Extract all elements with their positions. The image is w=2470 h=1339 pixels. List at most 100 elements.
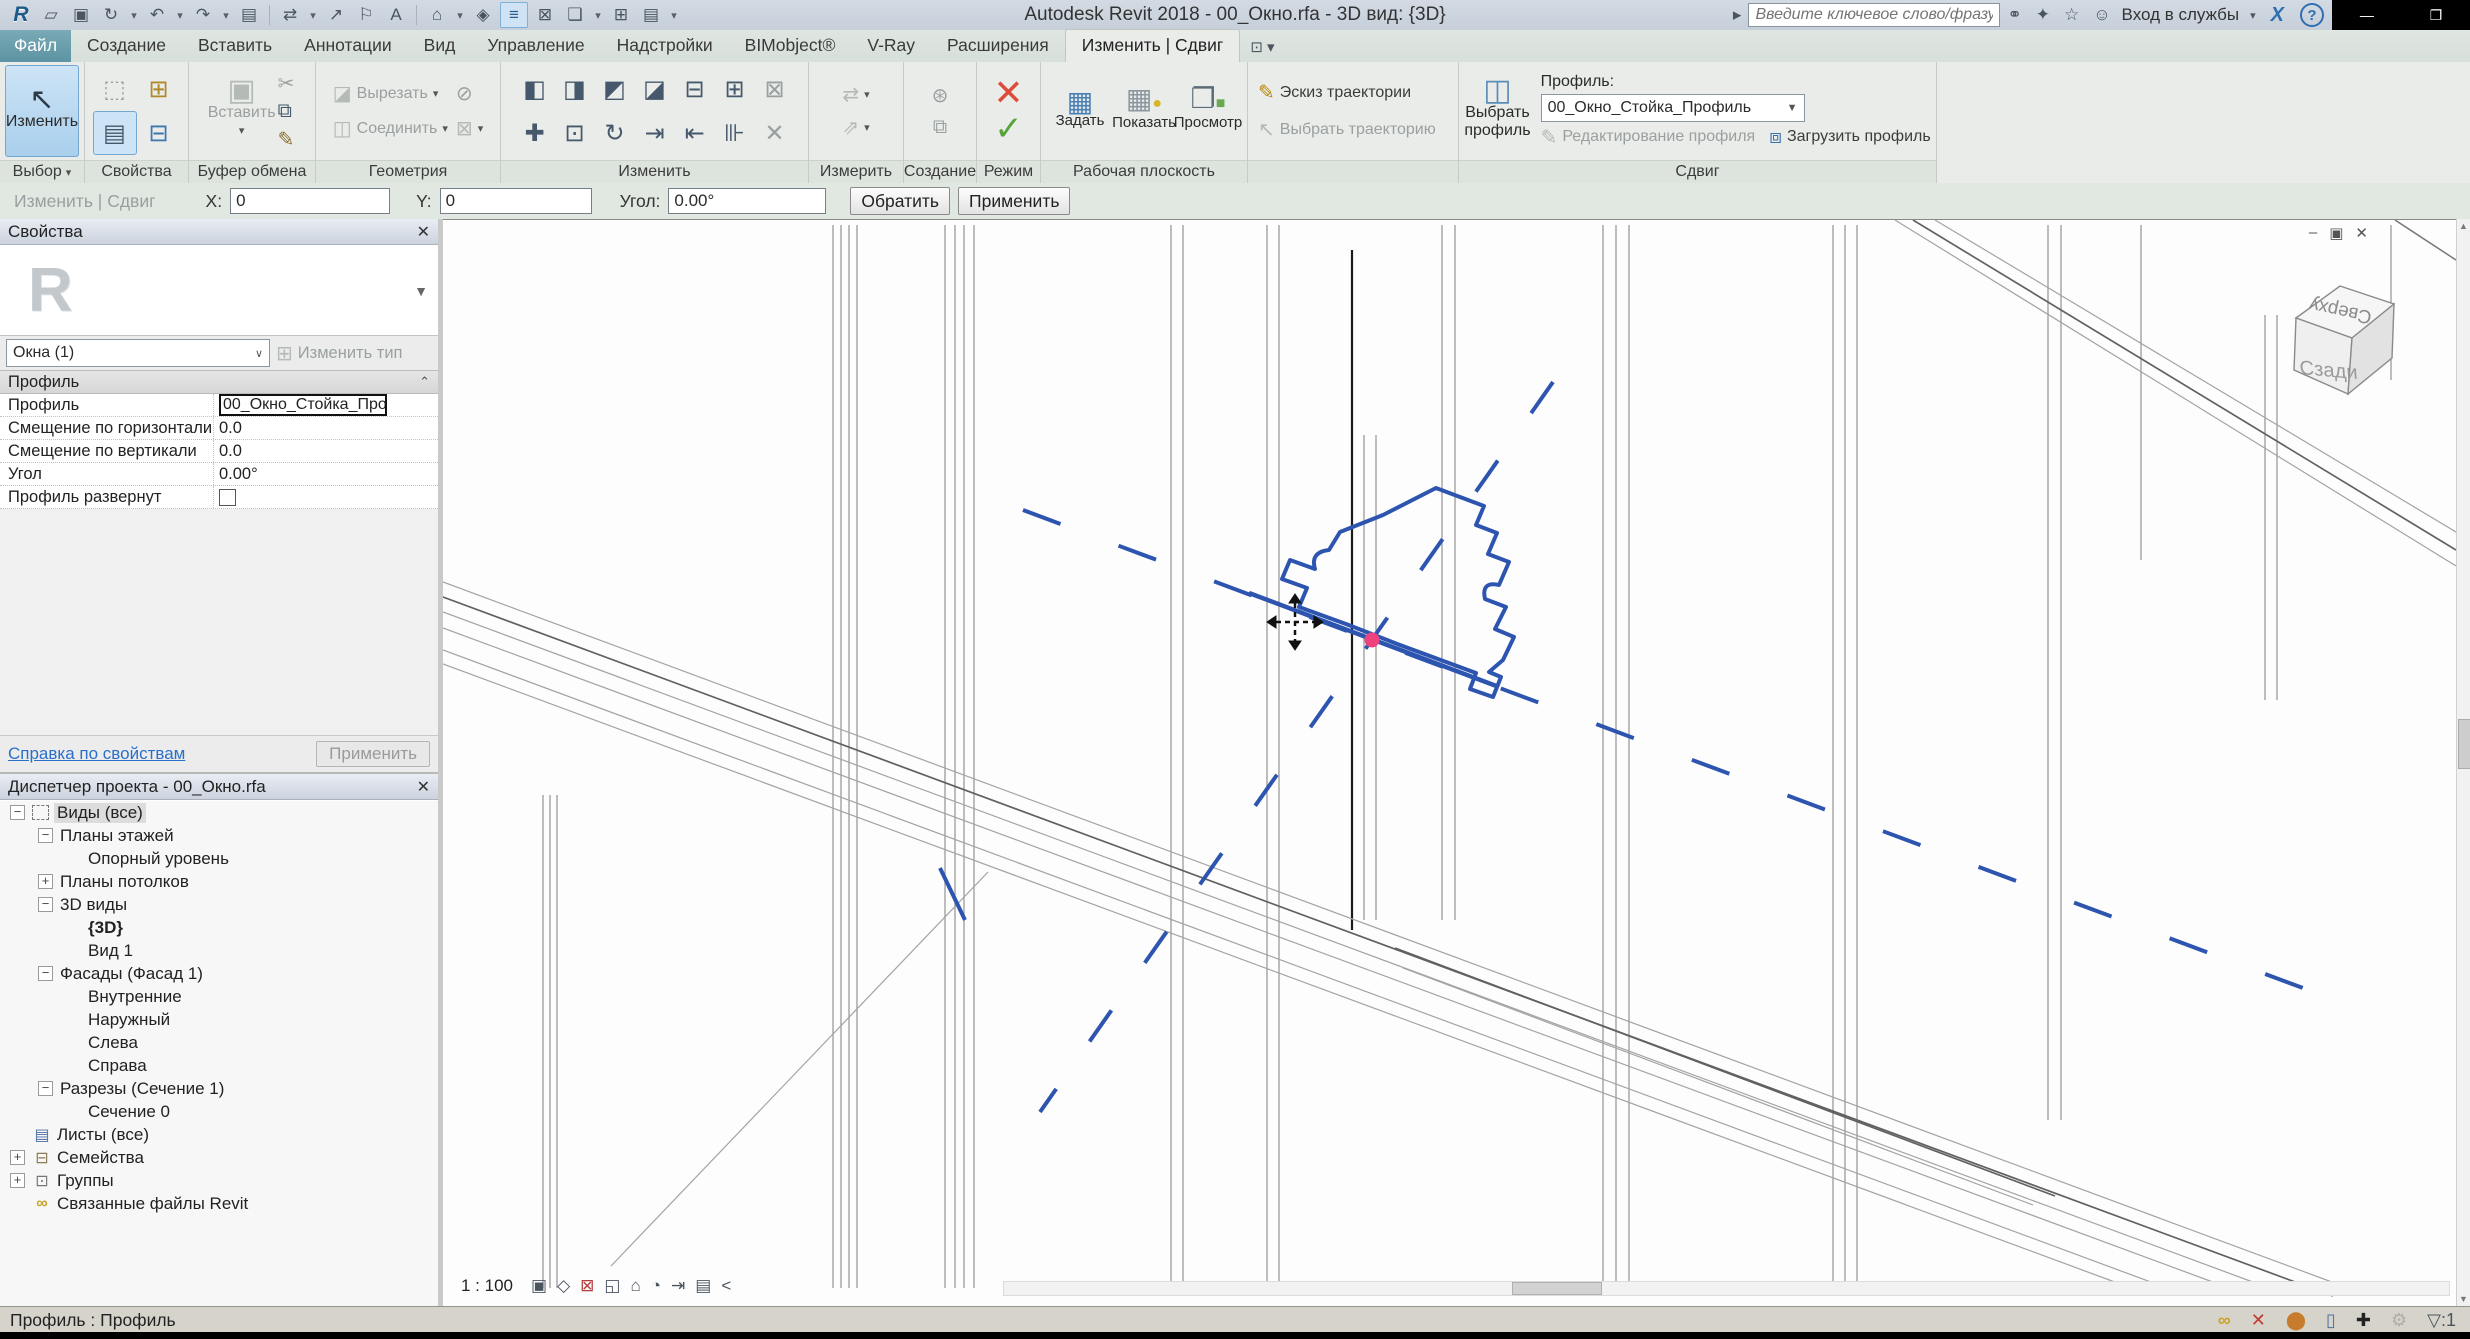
save-icon[interactable]: ▣: [68, 3, 94, 27]
scroll-down-icon[interactable]: ▼: [2457, 1292, 2470, 1306]
tree-item-families[interactable]: ⊟Семейства: [0, 1146, 438, 1169]
vertical-offset-value[interactable]: 0.0: [214, 440, 438, 462]
family-category-icon[interactable]: ⊟: [137, 111, 181, 155]
show-workplane-button[interactable]: ▦● Показать: [1113, 91, 1175, 131]
ribbon-cycle-icon[interactable]: ⊡ ▾: [1250, 38, 1274, 62]
search-icon[interactable]: ⚭: [2007, 5, 2021, 25]
parameter-group-header[interactable]: Профиль ⌃: [0, 370, 438, 394]
copy-element-icon[interactable]: ⊡: [555, 111, 595, 155]
exchange-apps-icon[interactable]: X: [2271, 4, 2284, 27]
redo-icon[interactable]: ↷: [190, 3, 216, 27]
expand-icon[interactable]: [38, 897, 53, 912]
project-browser-header[interactable]: Диспетчер проекта - 00_Окно.rfa ✕: [0, 774, 438, 800]
signin-dropdown-icon[interactable]: ▾: [2250, 9, 2256, 22]
restore-button[interactable]: ❐: [2430, 7, 2443, 24]
viewcube[interactable]: Сверху Сзади: [2288, 262, 2418, 412]
paste-button[interactable]: ▣ Вставить ▾: [210, 69, 274, 153]
type-preview[interactable]: R ▼: [0, 245, 438, 336]
expand-icon[interactable]: [38, 966, 53, 981]
close-icon[interactable]: ✕: [417, 777, 430, 797]
pin-element-icon[interactable]: ⬤: [2286, 1310, 2306, 1331]
default-3d-view-dropdown-icon[interactable]: ▾: [454, 3, 466, 27]
tree-item-3d[interactable]: {3D}: [0, 916, 438, 939]
search-arrow-icon[interactable]: ▸: [1733, 5, 1742, 25]
crop-view-icon[interactable]: ⊠: [580, 1276, 594, 1296]
horizontal-offset-value[interactable]: 0.0: [214, 417, 438, 439]
tab-annotate[interactable]: Аннотации: [288, 30, 407, 62]
detail-level-icon[interactable]: ◇: [557, 1276, 570, 1296]
search-input[interactable]: [1748, 3, 2000, 27]
collapse-icon[interactable]: ⌃: [419, 374, 430, 390]
angle-value[interactable]: 0.00°: [214, 463, 438, 485]
properties-palette-icon[interactable]: ▤: [93, 111, 137, 155]
edit-type-button[interactable]: ⊞ Изменить тип: [276, 341, 403, 366]
align-icon[interactable]: ◧: [515, 67, 555, 111]
help-icon[interactable]: ?: [2300, 3, 2324, 27]
measure-tool-button[interactable]: ⇄▾: [842, 82, 869, 107]
workplane-viewer-button[interactable]: ❐■ Просмотр: [1177, 91, 1239, 131]
collapse-arrow[interactable]: <: [721, 1276, 731, 1296]
finish-mode-icon[interactable]: ✓: [994, 112, 1023, 146]
origin-point[interactable]: [1365, 633, 1380, 648]
tag-icon[interactable]: ⚐: [353, 3, 379, 27]
tab-create[interactable]: Создание: [71, 30, 182, 62]
expand-icon[interactable]: [38, 828, 53, 843]
view-restore-icon[interactable]: ▣: [2329, 224, 2343, 242]
reveal-hidden-elements-icon[interactable]: ⇥: [671, 1276, 685, 1296]
text-icon[interactable]: A: [383, 3, 409, 27]
close-hidden-windows-icon[interactable]: ⊠: [532, 3, 558, 27]
tab-manage[interactable]: Управление: [471, 30, 600, 62]
tree-item-views[interactable]: Виды (все): [0, 801, 438, 824]
angle-input[interactable]: 0.00°: [668, 188, 826, 214]
tree-item-sections[interactable]: Разрезы (Сечение 1): [0, 1077, 438, 1100]
trim-extend-corner-icon[interactable]: ⇥: [635, 111, 675, 155]
synchronize-dropdown-icon[interactable]: ▾: [128, 3, 140, 27]
viewcube-front-label[interactable]: Сзади: [2299, 357, 2359, 384]
y-input[interactable]: 0: [440, 188, 592, 214]
favorites-icon[interactable]: ☆: [2064, 5, 2079, 25]
tile-windows-icon[interactable]: ⊞: [608, 3, 634, 27]
render-icon[interactable]: ◈: [470, 3, 496, 27]
apply-button[interactable]: Применить: [958, 187, 1070, 215]
tree-item-exterior[interactable]: Наружный: [0, 1008, 438, 1031]
family-types-icon[interactable]: ⬚: [93, 67, 137, 111]
tree-item-ceiling-plans[interactable]: Планы потолков: [0, 870, 438, 893]
expand-icon[interactable]: [10, 1150, 25, 1165]
sketch-path-button[interactable]: ✎Эскиз траектории: [1258, 80, 1411, 105]
cancel-mode-icon[interactable]: ✕: [993, 76, 1023, 110]
exclude-options-icon[interactable]: ✕: [2251, 1310, 2266, 1331]
tab-vray[interactable]: V-Ray: [851, 30, 931, 62]
tree-item-floor-plans[interactable]: Планы этажей: [0, 824, 438, 847]
vertical-scrollbar[interactable]: ▲ ▼: [2456, 219, 2470, 1306]
thin-lines-icon[interactable]: ≡: [500, 2, 528, 28]
temporary-hide-isolate-icon[interactable]: ◔: [651, 1276, 661, 1296]
filter-icon[interactable]: ▽:1: [2427, 1310, 2456, 1331]
trim-extend-single-icon[interactable]: ⇤: [675, 111, 715, 155]
mirror-draw-axis-icon[interactable]: ◪: [635, 67, 675, 111]
drawing-canvas[interactable]: – ▣ ✕ Сверху Сзади 1 : 100 ▣ ◇ ⊠ ◱ ⌂ ◔ ⇥…: [443, 219, 2456, 1306]
tab-insert[interactable]: Вставить: [182, 30, 288, 62]
profile-flipped-checkbox[interactable]: [219, 489, 236, 506]
tree-item-view1[interactable]: Вид 1: [0, 939, 438, 962]
switch-windows-icon[interactable]: ❏: [562, 3, 588, 27]
invert-button[interactable]: Обратить: [850, 187, 950, 215]
print-icon[interactable]: ▤: [236, 3, 262, 27]
scrollbar-thumb[interactable]: [1512, 1282, 1602, 1295]
visual-style-icon[interactable]: ▣: [531, 1276, 547, 1296]
revit-logo-icon[interactable]: R: [8, 3, 34, 27]
open-icon[interactable]: ▱: [38, 3, 64, 27]
sweep-path[interactable]: [940, 382, 2343, 1112]
profile-value-input[interactable]: 00_Окно_Стойка_Профиль: [219, 394, 387, 416]
tree-item-interior[interactable]: Внутренние: [0, 985, 438, 1008]
view-minimize-icon[interactable]: –: [2309, 224, 2317, 242]
set-workplane-button[interactable]: ▦ Задать: [1049, 94, 1111, 129]
user-icon[interactable]: ☺: [2093, 5, 2110, 25]
properties-header[interactable]: Свойства ✕: [0, 219, 438, 245]
mirror-pick-axis-icon[interactable]: ◩: [595, 67, 635, 111]
tree-item-sheets[interactable]: ▤Листы (все): [0, 1123, 438, 1146]
move-icon[interactable]: ✚: [515, 111, 555, 155]
expand-icon[interactable]: [38, 874, 53, 889]
default-3d-view-icon[interactable]: ⌂: [424, 3, 450, 27]
join-geometry-button[interactable]: ◫Соединить▾: [333, 116, 448, 141]
undo-icon[interactable]: ↶: [144, 3, 170, 27]
